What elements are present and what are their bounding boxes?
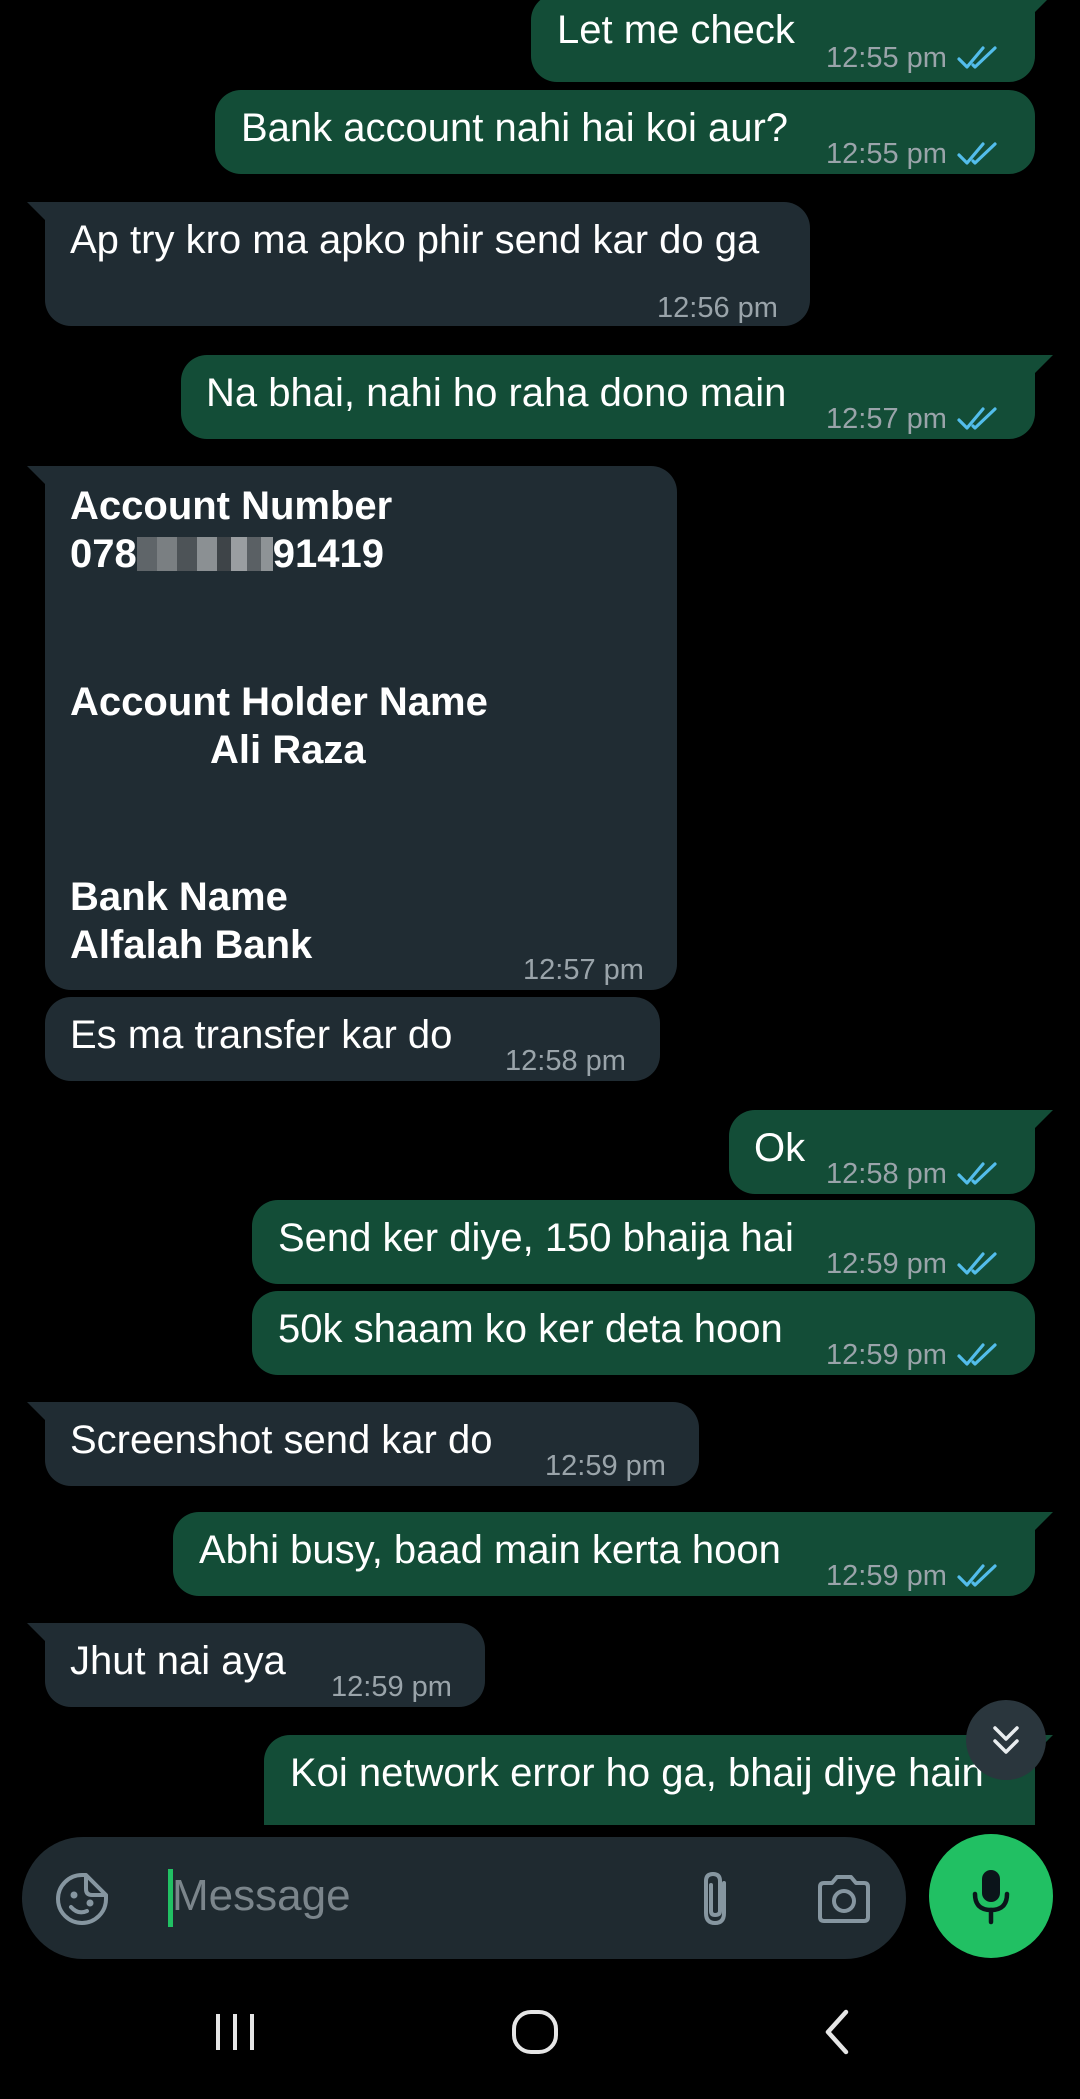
- redacted-block: [260, 537, 273, 571]
- message-text: Jhut nai aya: [70, 1639, 286, 1683]
- message-text: Send ker diye, 150 bhaija hai: [278, 1216, 794, 1260]
- redacted-block: [230, 537, 247, 571]
- message-incoming[interactable]: Screenshot send kar do 12:59 pm: [27, 1402, 699, 1486]
- double-check-icon: [957, 1161, 999, 1187]
- system-navigation-bar: [0, 1980, 1080, 2099]
- message-meta: 12:58 pm: [505, 1037, 626, 1085]
- message-meta: 12:55 pm: [826, 34, 999, 82]
- message-meta: 12:59 pm: [826, 1331, 999, 1379]
- double-check-icon: [957, 1563, 999, 1589]
- message-time: 12:57 pm: [826, 403, 947, 435]
- bank-name-label: Bank Name: [70, 875, 288, 919]
- message-incoming[interactable]: Es ma transfer kar do 12:58 pm: [45, 997, 660, 1081]
- message-text: Es ma transfer kar do: [70, 1013, 453, 1057]
- mic-icon: [972, 1870, 1010, 1925]
- message-meta: 12:57 pm: [523, 946, 644, 994]
- redacted-block: [196, 537, 217, 571]
- message-text: Screenshot send kar do: [70, 1418, 493, 1462]
- message-time: 12:59 pm: [826, 1339, 947, 1371]
- recents-icon[interactable]: [210, 2010, 260, 2054]
- double-check-icon: [957, 45, 999, 71]
- redacted-block: [176, 537, 197, 571]
- message-meta: 12:55 pm: [826, 130, 999, 178]
- message-outgoing[interactable]: Abhi busy, baad main kerta hoon 12:59 pm: [173, 1512, 1053, 1596]
- redacted-block: [156, 537, 177, 571]
- message-text: Koi network error ho ga, bhaij diye hain: [290, 1751, 984, 1795]
- account-number-suffix: 91419: [272, 532, 384, 576]
- chat-area[interactable]: Let me check 12:55 pm Bank account nahi …: [0, 0, 1080, 1825]
- double-check-icon: [957, 1342, 999, 1368]
- account-holder-label: Account Holder Name: [70, 680, 488, 724]
- message-outgoing[interactable]: Let me check 12:55 pm: [531, 0, 1053, 82]
- camera-icon[interactable]: [814, 1873, 874, 1925]
- message-meta: 12:59 pm: [331, 1663, 452, 1711]
- redacted-block: [216, 537, 231, 571]
- message-time: 12:59 pm: [826, 1560, 947, 1592]
- message-time: 12:58 pm: [826, 1158, 947, 1190]
- message-outgoing[interactable]: Koi network error ho ga, bhaij diye hain: [264, 1735, 1053, 1825]
- double-check-icon: [957, 406, 999, 432]
- message-outgoing[interactable]: Bank account nahi hai koi aur? 12:55 pm: [215, 90, 1035, 174]
- message-text: Ap try kro ma apko phir send kar do ga: [70, 218, 760, 262]
- redacted-block: [136, 537, 157, 571]
- account-number-label: Account Number: [70, 484, 393, 528]
- message-incoming-account-details[interactable]: Account Number 078 91419 Account Holder N…: [27, 466, 677, 990]
- message-time: 12:59 pm: [826, 1248, 947, 1280]
- message-time: 12:58 pm: [505, 1045, 626, 1077]
- account-number: 078 91419: [70, 530, 384, 578]
- message-meta: 12:58 pm: [826, 1150, 999, 1198]
- message-text: Bank account nahi hai koi aur?: [241, 106, 789, 150]
- bank-name: Alfalah Bank: [70, 923, 313, 967]
- message-time: 12:56 pm: [657, 292, 778, 324]
- message-time: 12:55 pm: [826, 42, 947, 74]
- message-text: Na bhai, nahi ho raha dono main: [206, 371, 787, 415]
- message-text: Let me check: [557, 8, 795, 52]
- message-outgoing[interactable]: Ok 12:58 pm: [729, 1110, 1053, 1194]
- back-icon[interactable]: [818, 2008, 858, 2056]
- message-time: 12:59 pm: [331, 1671, 452, 1703]
- home-icon[interactable]: [510, 2008, 560, 2056]
- message-text: 50k shaam ko ker deta hoon: [278, 1307, 783, 1351]
- message-composer[interactable]: Message: [22, 1837, 906, 1959]
- double-chevron-down-icon: [993, 1726, 1019, 1754]
- sticker-icon[interactable]: [54, 1871, 110, 1927]
- scroll-to-bottom-button[interactable]: [966, 1700, 1046, 1780]
- message-meta: 12:59 pm: [545, 1442, 666, 1490]
- voice-message-button[interactable]: [929, 1834, 1053, 1958]
- message-meta: 12:57 pm: [826, 395, 999, 443]
- message-input[interactable]: Message: [172, 1871, 351, 1921]
- message-time: 12:59 pm: [545, 1450, 666, 1482]
- message-incoming[interactable]: Ap try kro ma apko phir send kar do ga 1…: [27, 202, 810, 326]
- account-holder-name: Ali Raza: [210, 728, 366, 772]
- double-check-icon: [957, 141, 999, 167]
- message-meta: 12:59 pm: [826, 1240, 999, 1288]
- paperclip-icon[interactable]: [694, 1869, 738, 1929]
- account-number-prefix: 078: [70, 532, 137, 576]
- message-outgoing[interactable]: Send ker diye, 150 bhaija hai 12:59 pm: [252, 1200, 1035, 1284]
- message-text: Ok: [754, 1126, 806, 1170]
- message-time: 12:57 pm: [523, 954, 644, 986]
- redacted-block: [246, 537, 261, 571]
- message-time: 12:55 pm: [826, 138, 947, 170]
- message-text: Abhi busy, baad main kerta hoon: [199, 1528, 781, 1572]
- double-check-icon: [957, 1251, 999, 1277]
- message-outgoing[interactable]: 50k shaam ko ker deta hoon 12:59 pm: [252, 1291, 1035, 1375]
- message-meta: 12:56 pm: [657, 284, 778, 332]
- message-incoming[interactable]: Jhut nai aya 12:59 pm: [27, 1623, 485, 1707]
- message-meta: 12:59 pm: [826, 1552, 999, 1600]
- message-outgoing[interactable]: Na bhai, nahi ho raha dono main 12:57 pm: [181, 355, 1053, 439]
